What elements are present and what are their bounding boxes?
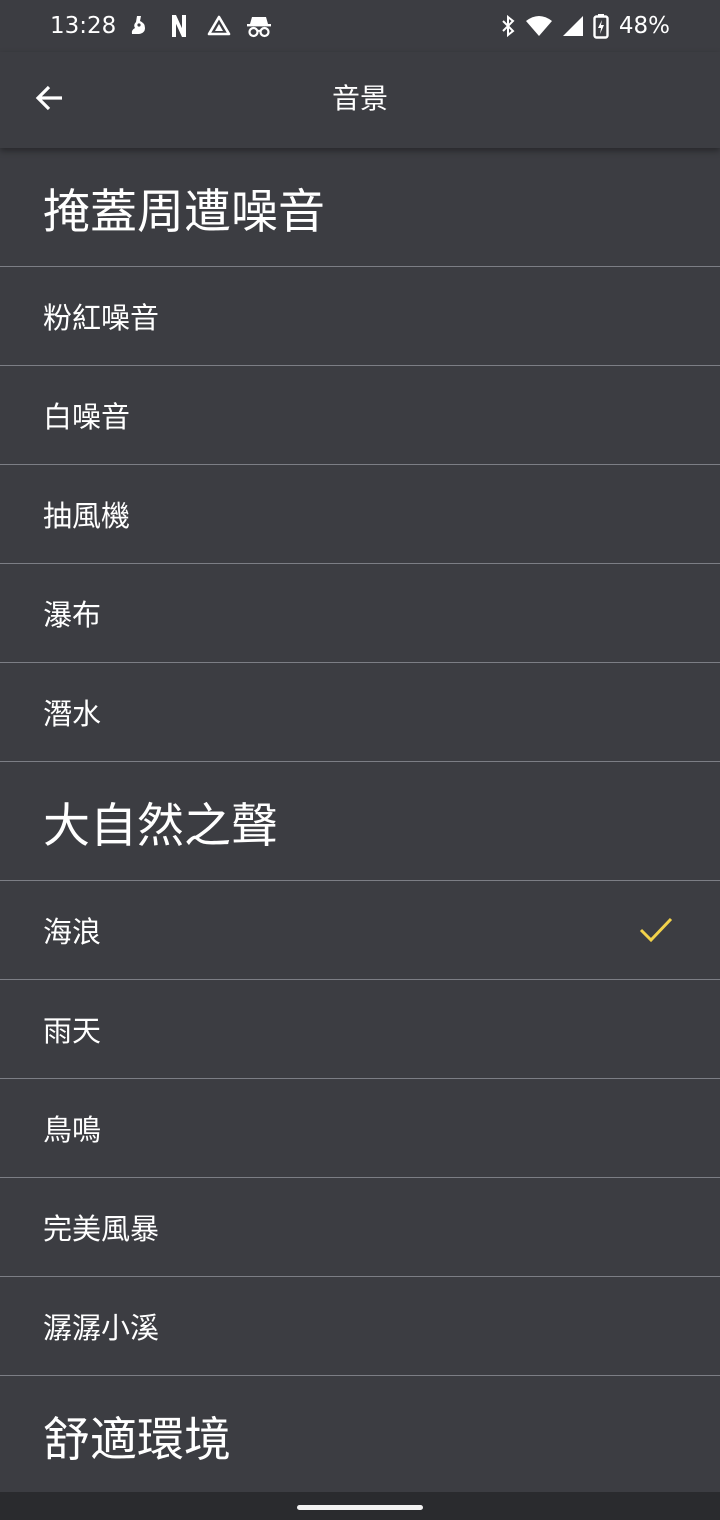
notification-icons <box>126 12 272 40</box>
home-indicator[interactable] <box>297 1505 423 1510</box>
list-item-label: 雨天 <box>43 1014 102 1048</box>
section-header-nature: 大自然之聲 <box>0 762 720 881</box>
system-icons: 48% <box>499 12 670 40</box>
wifi-icon <box>525 13 553 39</box>
list-item-babbling-brook[interactable]: 潺潺小溪 <box>0 1277 720 1376</box>
list-item-white-noise[interactable]: 白噪音 <box>0 366 720 465</box>
list-item-birdsong[interactable]: 鳥鳴 <box>0 1079 720 1178</box>
status-bar: 13:28 48% <box>0 0 720 52</box>
list-item-label: 鳥鳴 <box>43 1113 102 1147</box>
list-item-label: 潺潺小溪 <box>43 1311 160 1345</box>
drive-icon <box>206 13 232 39</box>
list-item-fan[interactable]: 抽風機 <box>0 465 720 564</box>
list-item-diving[interactable]: 潛水 <box>0 663 720 762</box>
list-item-waterfall[interactable]: 瀑布 <box>0 564 720 663</box>
status-time: 13:28 <box>50 13 117 39</box>
list-item-pink-noise[interactable]: 粉紅噪音 <box>0 267 720 366</box>
list-item-label: 抽風機 <box>43 499 131 533</box>
section-header-comfort: 舒適環境 <box>43 1413 231 1468</box>
signal-icon <box>561 13 585 39</box>
list-item-label: 海浪 <box>43 915 102 949</box>
list-item-label: 瀑布 <box>43 598 102 632</box>
battery-charging-icon <box>593 13 609 39</box>
list-item-perfect-storm[interactable]: 完美風暴 <box>0 1178 720 1277</box>
bluetooth-icon <box>499 13 517 39</box>
navigation-bar <box>0 1492 720 1520</box>
app-bar: 音景 <box>0 52 720 148</box>
list-item-label: 潛水 <box>43 697 102 731</box>
check-icon <box>636 910 676 950</box>
section-header-mask-noise: 掩蓋周遭噪音 <box>0 148 720 267</box>
battery-percentage: 48% <box>618 13 670 39</box>
netflix-icon <box>166 13 192 39</box>
list-item-ocean-waves[interactable]: 海浪 <box>0 881 720 980</box>
page-title: 音景 <box>331 82 388 115</box>
incognito-icon <box>246 13 272 39</box>
soundscape-list[interactable]: 掩蓋周遭噪音 粉紅噪音 白噪音 抽風機 瀑布 潛水 大自然之聲 海浪 雨天 鳥鳴… <box>0 148 720 1492</box>
list-item-label: 白噪音 <box>43 400 131 434</box>
list-item-label: 完美風暴 <box>43 1212 160 1246</box>
pokemon-icon <box>126 13 152 39</box>
list-item-label: 粉紅噪音 <box>43 301 160 335</box>
list-item-rain[interactable]: 雨天 <box>0 980 720 1079</box>
